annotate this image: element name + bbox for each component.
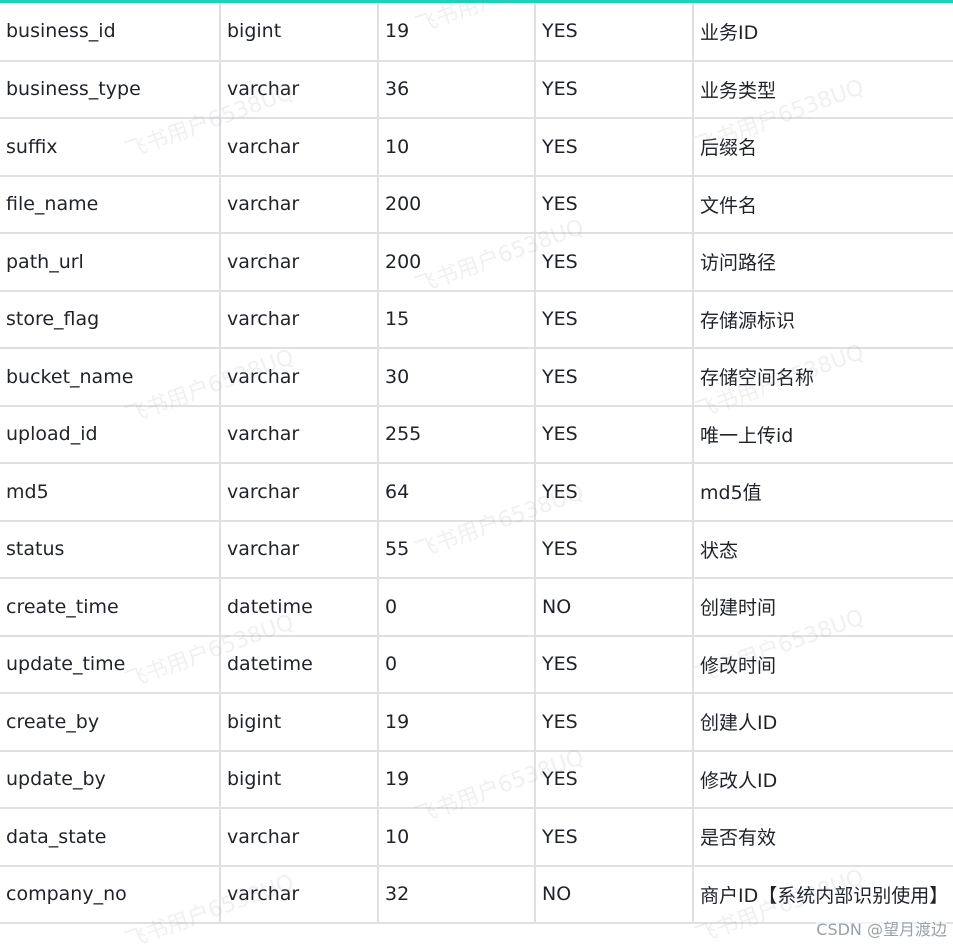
field-type-cell: varchar bbox=[220, 290, 379, 349]
field-nullable-cell: YES bbox=[535, 348, 694, 407]
table-row: file_name varchar 200 YES 文件名 bbox=[0, 175, 953, 234]
field-nullable-cell: YES bbox=[535, 175, 694, 234]
field-comment-cell: 业务类型 bbox=[693, 60, 953, 119]
table-row: create_by bigint 19 YES 创建人ID bbox=[0, 693, 953, 752]
table-row: suffix varchar 10 YES 后缀名 bbox=[0, 118, 953, 177]
field-comment-cell: 修改人ID bbox=[693, 750, 953, 809]
field-type-cell: varchar bbox=[220, 520, 379, 579]
table-row: business_id bigint 19 YES 业务ID bbox=[0, 3, 953, 62]
field-nullable-cell: YES bbox=[535, 635, 694, 694]
field-type-cell: varchar bbox=[220, 175, 379, 234]
field-type-cell: datetime bbox=[220, 635, 379, 694]
table-row: md5 varchar 64 YES md5值 bbox=[0, 463, 953, 522]
field-length-cell: 64 bbox=[378, 463, 536, 522]
table-row: path_url varchar 200 YES 访问路径 bbox=[0, 233, 953, 292]
field-type-cell: varchar bbox=[220, 118, 379, 177]
schema-table: business_id bigint 19 YES 业务ID business_… bbox=[0, 3, 953, 924]
field-type-cell: varchar bbox=[220, 348, 379, 407]
field-name-cell: update_time bbox=[0, 635, 221, 694]
field-length-cell: 15 bbox=[378, 290, 536, 349]
field-length-cell: 19 bbox=[378, 3, 536, 62]
field-type-cell: varchar bbox=[220, 405, 379, 464]
table-row: create_time datetime 0 NO 创建时间 bbox=[0, 578, 953, 637]
field-length-cell: 10 bbox=[378, 118, 536, 177]
field-type-cell: bigint bbox=[220, 3, 379, 62]
table-row: update_by bigint 19 YES 修改人ID bbox=[0, 750, 953, 809]
field-nullable-cell: YES bbox=[535, 463, 694, 522]
field-comment-cell: 状态 bbox=[693, 520, 953, 579]
field-length-cell: 0 bbox=[378, 578, 536, 637]
table-row: business_type varchar 36 YES 业务类型 bbox=[0, 60, 953, 119]
field-comment-cell: 后缀名 bbox=[693, 118, 953, 177]
table-row: company_no varchar 32 NO 商户ID【系统内部识别使用】 bbox=[0, 865, 953, 924]
field-length-cell: 0 bbox=[378, 635, 536, 694]
field-name-cell: create_time bbox=[0, 578, 221, 637]
field-length-cell: 10 bbox=[378, 808, 536, 867]
field-nullable-cell: YES bbox=[535, 233, 694, 292]
field-length-cell: 200 bbox=[378, 175, 536, 234]
field-type-cell: varchar bbox=[220, 808, 379, 867]
field-nullable-cell: YES bbox=[535, 808, 694, 867]
field-type-cell: varchar bbox=[220, 233, 379, 292]
field-comment-cell: 是否有效 bbox=[693, 808, 953, 867]
field-name-cell: company_no bbox=[0, 865, 221, 924]
field-length-cell: 255 bbox=[378, 405, 536, 464]
field-type-cell: bigint bbox=[220, 693, 379, 752]
field-length-cell: 19 bbox=[378, 750, 536, 809]
field-nullable-cell: YES bbox=[535, 405, 694, 464]
field-comment-cell: 创建人ID bbox=[693, 693, 953, 752]
field-comment-cell: 文件名 bbox=[693, 175, 953, 234]
field-name-cell: path_url bbox=[0, 233, 221, 292]
field-length-cell: 32 bbox=[378, 865, 536, 924]
field-nullable-cell: YES bbox=[535, 60, 694, 119]
field-type-cell: varchar bbox=[220, 60, 379, 119]
field-nullable-cell: YES bbox=[535, 750, 694, 809]
field-length-cell: 200 bbox=[378, 233, 536, 292]
field-nullable-cell: YES bbox=[535, 520, 694, 579]
field-nullable-cell: YES bbox=[535, 118, 694, 177]
field-name-cell: file_name bbox=[0, 175, 221, 234]
field-comment-cell: 商户ID【系统内部识别使用】 bbox=[693, 865, 953, 924]
field-name-cell: business_type bbox=[0, 60, 221, 119]
field-name-cell: update_by bbox=[0, 750, 221, 809]
field-comment-cell: 业务ID bbox=[693, 3, 953, 62]
field-nullable-cell: YES bbox=[535, 693, 694, 752]
field-name-cell: status bbox=[0, 520, 221, 579]
field-comment-cell: 修改时间 bbox=[693, 635, 953, 694]
field-length-cell: 36 bbox=[378, 60, 536, 119]
field-name-cell: suffix bbox=[0, 118, 221, 177]
field-nullable-cell: NO bbox=[535, 865, 694, 924]
field-type-cell: datetime bbox=[220, 578, 379, 637]
table-row: data_state varchar 10 YES 是否有效 bbox=[0, 808, 953, 867]
field-comment-cell: 唯一上传id bbox=[693, 405, 953, 464]
field-comment-cell: 存储空间名称 bbox=[693, 348, 953, 407]
field-name-cell: create_by bbox=[0, 693, 221, 752]
field-nullable-cell: YES bbox=[535, 290, 694, 349]
field-length-cell: 30 bbox=[378, 348, 536, 407]
table-row: bucket_name varchar 30 YES 存储空间名称 bbox=[0, 348, 953, 407]
field-type-cell: bigint bbox=[220, 750, 379, 809]
field-comment-cell: 存储源标识 bbox=[693, 290, 953, 349]
field-comment-cell: 创建时间 bbox=[693, 578, 953, 637]
field-name-cell: data_state bbox=[0, 808, 221, 867]
field-type-cell: varchar bbox=[220, 463, 379, 522]
field-type-cell: varchar bbox=[220, 865, 379, 924]
field-comment-cell: md5值 bbox=[693, 463, 953, 522]
field-name-cell: md5 bbox=[0, 463, 221, 522]
table-row: update_time datetime 0 YES 修改时间 bbox=[0, 635, 953, 694]
field-length-cell: 55 bbox=[378, 520, 536, 579]
field-name-cell: upload_id bbox=[0, 405, 221, 464]
field-name-cell: bucket_name bbox=[0, 348, 221, 407]
field-length-cell: 19 bbox=[378, 693, 536, 752]
table-row: status varchar 55 YES 状态 bbox=[0, 520, 953, 579]
field-nullable-cell: NO bbox=[535, 578, 694, 637]
field-name-cell: business_id bbox=[0, 3, 221, 62]
field-comment-cell: 访问路径 bbox=[693, 233, 953, 292]
source-credit: CSDN @望月渡边 bbox=[816, 916, 947, 940]
field-nullable-cell: YES bbox=[535, 3, 694, 62]
table-row: store_flag varchar 15 YES 存储源标识 bbox=[0, 290, 953, 349]
table-row: upload_id varchar 255 YES 唯一上传id bbox=[0, 405, 953, 464]
field-name-cell: store_flag bbox=[0, 290, 221, 349]
